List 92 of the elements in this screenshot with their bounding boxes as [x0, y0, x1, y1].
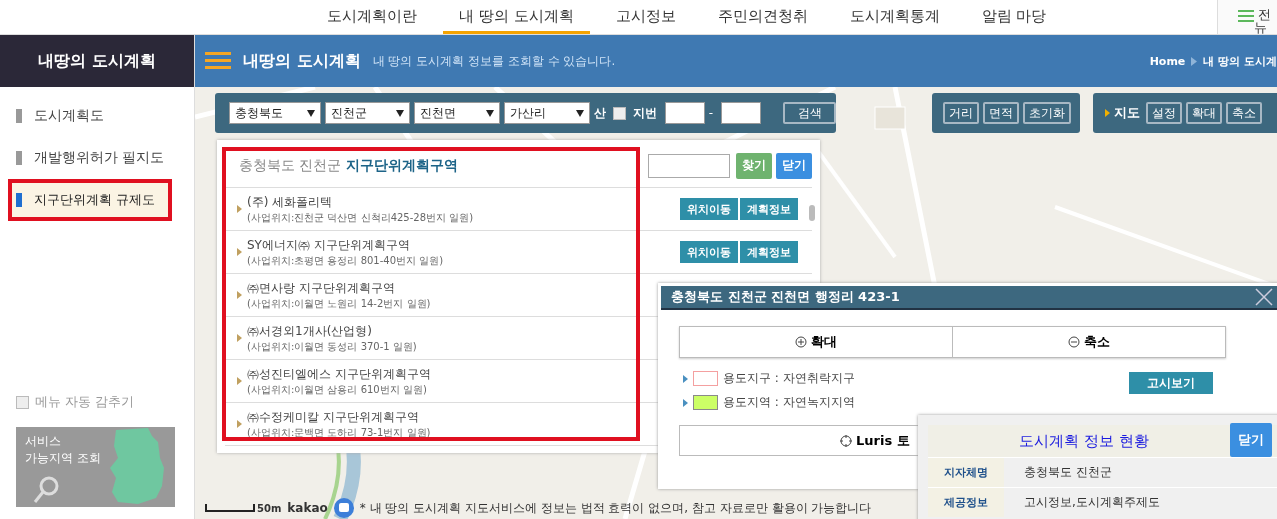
minus-circle-icon [1068, 336, 1080, 348]
find-field[interactable] [648, 153, 730, 178]
caret-icon [237, 248, 242, 256]
district-name[interactable]: ㈜면사랑 지구단위계획구역 [247, 279, 395, 297]
row-button[interactable]: 계획정보 [740, 241, 798, 263]
dropdown-arrow-icon [306, 109, 315, 117]
info-value: 고시정보,도시계획주제도 [1023, 494, 1160, 511]
tool-button[interactable]: 축소 [1226, 102, 1262, 124]
map-brand: kakao [287, 501, 328, 515]
sidebar-item[interactable]: 도시계획도 [0, 95, 194, 137]
mountain-label: 산 [594, 104, 607, 122]
nav-tab[interactable]: 도시계획통계 [833, 0, 956, 34]
menu-icon[interactable] [205, 52, 231, 70]
district-location: (사업위치:이월면 삼용리 610번지 일원) [247, 382, 427, 397]
district-location: (사업위치:이월면 노원리 14-2번지 일원) [247, 296, 431, 311]
nav-tab[interactable]: 도시계획이란 [311, 0, 433, 34]
search-icon [32, 475, 60, 505]
district-location: (사업위치:문백면 도하리 73-1번지 일원) [247, 425, 431, 440]
legend-label: 용도지구 : 자연취락지구 [723, 370, 855, 387]
dropdown-arrow-icon [486, 109, 495, 117]
region-select[interactable]: 가산리 [504, 102, 591, 124]
caret-icon [237, 377, 242, 385]
banner-text: 서비스 [25, 433, 62, 450]
target-icon [840, 434, 852, 447]
nav-tab[interactable]: 주민의견청취 [701, 0, 824, 34]
district-name[interactable]: ㈜서경외1개사(산업형) [247, 322, 372, 340]
region-select[interactable]: 진천면 [414, 102, 501, 124]
info-value: 충청북도 진천군 [1023, 464, 1112, 481]
caret-icon [1105, 109, 1110, 117]
lot-checkbox[interactable] [613, 106, 626, 120]
district-name[interactable]: (주) 세화폴리텍 [247, 193, 333, 211]
map-tools-label: 지도 [1114, 104, 1140, 122]
bus-stop-icon [333, 498, 354, 518]
checkbox-label: 메뉴 자동 감추기 [35, 393, 135, 411]
scale-bar [205, 504, 255, 512]
page-title: 내땅의 도시계획 [243, 50, 361, 72]
tool-button[interactable]: 확대 [1186, 102, 1222, 124]
dropdown-arrow-icon [576, 109, 585, 117]
district-name[interactable]: ㈜수정케미칼 지구단위계획구역 [247, 408, 419, 426]
caret-icon [683, 374, 688, 383]
search-button[interactable]: 검색 [783, 102, 836, 124]
district-location: (사업위치:초평면 용정리 801-40번지 일원) [247, 253, 444, 268]
region-select[interactable]: 충청북도 [229, 102, 321, 124]
info-title: 도시계획 정보 현황 [1019, 431, 1149, 451]
sidebar-item[interactable]: 개발행위허가 필지도 [0, 137, 194, 179]
menu-icon [1238, 10, 1254, 22]
nav-tab[interactable]: 알림 마당 [965, 0, 1063, 34]
close-icon[interactable] [1255, 288, 1273, 306]
caret-icon [237, 420, 242, 428]
district-location: (사업위치:진천군 덕산면 신척리425-28번지 일원) [247, 210, 474, 225]
breadcrumb-link[interactable]: Home [1149, 54, 1186, 68]
row-button[interactable]: 계획정보 [740, 198, 798, 220]
plus-circle-icon [795, 336, 807, 348]
nav-tab[interactable]: 고시정보 [599, 0, 692, 34]
info-label: 제공정보 [928, 488, 1004, 517]
caret-icon [683, 398, 688, 407]
caret-icon [237, 291, 242, 299]
map-notice: * 내 땅의 도시계획 지도서비스에 정보는 법적 효력이 없으며, 참고 자료로만 활용이 가능합니다 [359, 499, 872, 517]
row-button[interactable]: 위치이동 [680, 198, 738, 220]
sidebar-item[interactable]: 지구단위계획 규제도 [8, 179, 172, 221]
zoom-out-button[interactable]: 축소 [952, 327, 1225, 357]
popup-title: 충청북도 진천군 진천면 행정리 423-1 [671, 288, 900, 306]
chevron-icon [1191, 56, 1198, 66]
sidebar-title: 내땅의 도시계획 [0, 35, 194, 87]
tool-button[interactable]: 거리 [943, 102, 979, 124]
separator-text: - [708, 106, 714, 120]
region-select[interactable]: 진천군 [324, 102, 411, 124]
lot-number-field[interactable] [721, 102, 762, 124]
row-button[interactable]: 위치이동 [680, 241, 738, 263]
caret-icon [237, 334, 242, 342]
banner-text: 가능지역 조회 [25, 450, 101, 467]
dropdown-arrow-icon [396, 109, 405, 117]
district-name[interactable]: SY에너지㈜ 지구단위계획구역 [247, 236, 410, 254]
all-menu-button[interactable]: 전 뉴 [1217, 0, 1277, 34]
caret-icon [237, 205, 242, 213]
tool-button[interactable]: 초기화 [1023, 102, 1071, 124]
district-location: (사업위치:이월면 동성리 370-1 일원) [247, 339, 417, 354]
legend-label: 용도지역 : 자연녹지지역 [723, 394, 855, 411]
list-title: 충청북도 진천군 지구단위계획구역 [239, 156, 459, 175]
lot-number-field[interactable] [664, 102, 705, 124]
checkbox-label: 지번 [632, 104, 657, 122]
zoom-in-button[interactable]: 확대 [680, 327, 952, 357]
checkbox[interactable] [16, 395, 29, 409]
tool-button[interactable]: 설정 [1146, 102, 1182, 124]
tool-button[interactable]: 면적 [983, 102, 1019, 124]
breadcrumb-link[interactable]: 내 땅의 도시계 [1203, 53, 1277, 69]
page-subtitle: 내 땅의 도시계획 정보를 조회할 수 있습니다. [372, 52, 616, 70]
district-name[interactable]: ㈜성진티엘에스 지구단위계획구역 [247, 365, 431, 383]
scale-label: 50m [257, 502, 282, 514]
notice-button[interactable]: 고시보기 [1129, 372, 1213, 394]
info-label: 지자체명 [928, 458, 1004, 487]
scrollbar[interactable] [809, 205, 815, 221]
